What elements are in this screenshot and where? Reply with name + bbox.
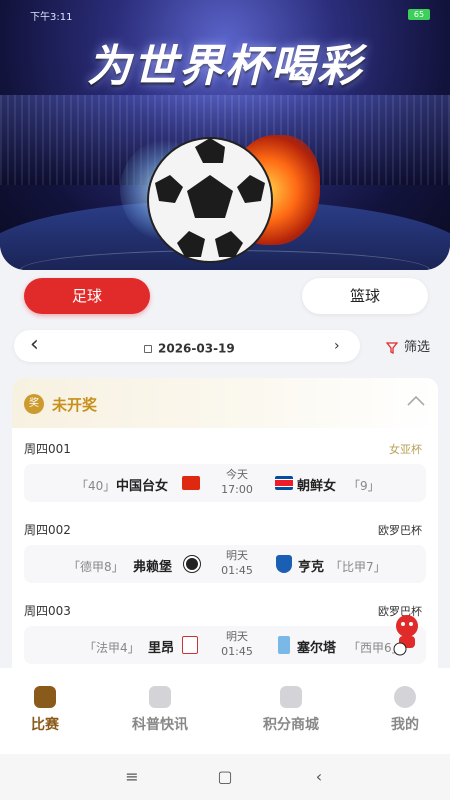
match-row[interactable]: 「40」 中国台女 今天 17:00 朝鲜女 「9」 [24,464,426,502]
league-name: 女亚杯 [389,443,422,456]
date-selector: ‹ 2026-03-19 › [14,330,360,362]
home-icon[interactable]: ▢ [215,768,235,786]
lyon-crest-icon [182,636,198,654]
nav-item-match[interactable]: 比赛 [0,686,90,734]
match-row[interactable]: 「法甲4」 里昂 明天 01:45 塞尔塔 「西甲6」 [24,626,426,664]
match-clock: 01:45 [221,564,253,577]
filter-icon [386,341,398,354]
soccer-ball-illustration [120,125,320,265]
away-rank: 「9」 [348,479,380,493]
away-team: 塞尔塔 [297,641,337,656]
match-clock: 01:45 [221,645,253,658]
filter-button[interactable]: 筛选 [386,336,431,355]
section-header[interactable]: 奖 未开奖 [12,378,438,428]
award-icon: 奖 [24,394,44,414]
chevron-right-icon[interactable]: › [334,337,346,355]
match-icon [34,686,56,708]
date-text: 2026-03-19 [158,341,235,356]
china-flag-icon [182,476,200,490]
match-day: 明天 [226,549,248,562]
banner-title: 为世界杯喝彩 [87,41,363,92]
nav-item-news[interactable]: 科普快讯 [115,686,205,734]
menu-icon[interactable]: ≡ [122,768,142,786]
nav-label: 我的 [391,717,419,733]
date-display[interactable]: 2026-03-19 [144,338,235,356]
nav-label: 科普快讯 [132,717,188,733]
nav-item-shop[interactable]: 积分商城 [246,686,336,734]
match-row[interactable]: 「德甲8」 弗赖堡 明天 01:45 亨克 「比甲7」 [24,545,426,583]
match-day: 明天 [226,630,248,643]
genk-crest-icon [276,555,292,573]
match-time: 今天 17:00 [212,467,262,497]
mascot-icon[interactable] [388,612,426,656]
nav-label: 比赛 [31,717,59,733]
home-rank: 「40」 [76,479,116,493]
celta-crest-icon [278,636,290,654]
tab-basketball[interactable]: 篮球 [302,278,428,314]
home-rank: 「德甲8」 [68,560,124,574]
north-korea-flag-icon [275,476,293,490]
match-panel: 奖 未开奖 周四001 女亚杯 「40」 中国台女 今天 17:00 朝鲜女 「… [12,378,438,678]
away-team: 朝鲜女 [297,479,337,494]
home-team: 里昂 [148,641,175,656]
away-team: 亨克 [298,560,325,575]
nav-item-profile[interactable]: 我的 [360,686,450,734]
profile-icon [394,686,416,708]
section-title: 未开奖 [52,396,98,414]
system-navigation-bar: ≡ ▢ ‹ [0,754,450,800]
back-icon[interactable]: ‹ [309,768,329,786]
hero-banner: 下午3:11 65 为世界杯喝彩 [0,0,450,270]
match-label: 周四001 [24,442,71,456]
home-rank: 「法甲4」 [84,641,140,655]
match-day: 今天 [226,468,248,481]
home-team: 弗赖堡 [133,560,173,575]
home-team: 中国台女 [116,479,169,494]
match-time: 明天 01:45 [212,548,262,578]
status-time: 下午3:11 [30,12,73,23]
shop-icon [280,686,302,708]
calendar-icon [144,344,152,353]
match-time: 明天 01:45 [212,629,262,659]
league-name: 欧罗巴杯 [378,524,422,537]
soccer-ball-icon [147,137,273,263]
tab-football[interactable]: 足球 [24,278,150,314]
chevron-up-icon[interactable] [406,394,426,408]
chevron-left-icon[interactable]: ‹ [30,334,50,357]
filter-label: 筛选 [404,340,431,355]
freiburg-crest-icon [184,556,200,572]
away-rank: 「比甲7」 [330,560,386,574]
bottom-navigation: 比赛 科普快讯 积分商城 我的 [0,668,450,754]
news-icon [149,686,171,708]
match-label: 周四003 [24,604,71,618]
match-label: 周四002 [24,523,71,537]
battery-icon: 65 [408,9,430,20]
status-bar: 下午3:11 65 [30,8,430,23]
match-clock: 17:00 [221,483,253,496]
nav-label: 积分商城 [263,717,319,733]
